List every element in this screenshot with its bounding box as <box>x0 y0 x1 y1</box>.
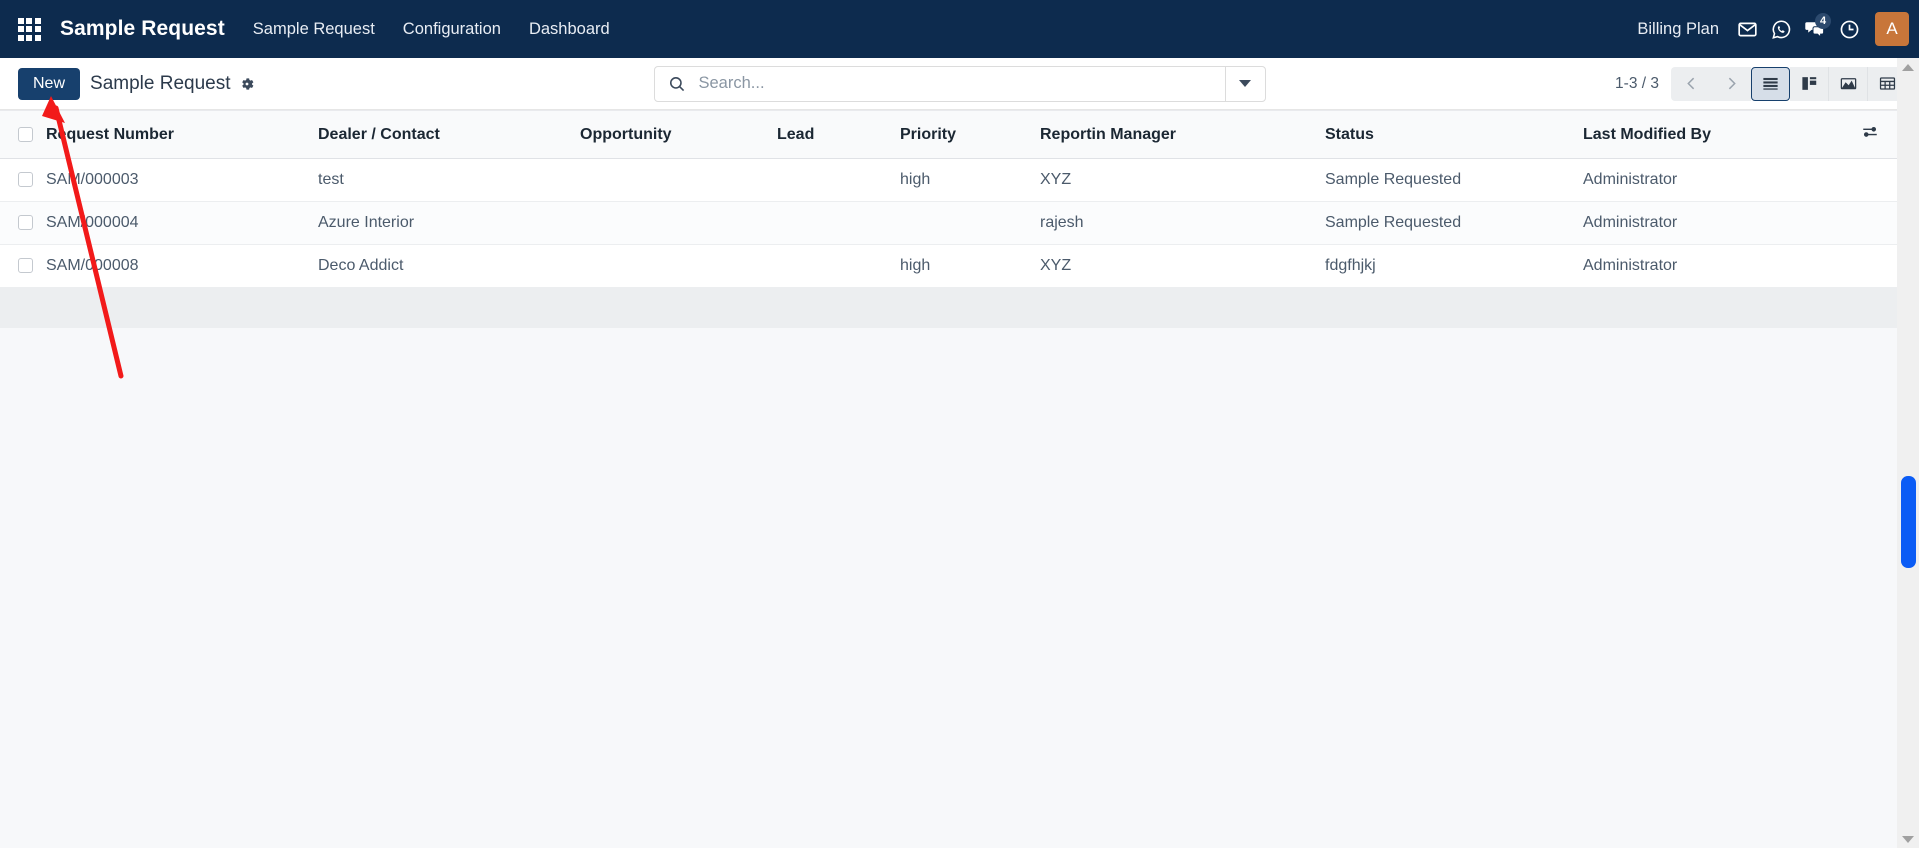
control-panel: New Sample Request 1-3 / 3 <box>0 58 1919 110</box>
scrollbar-thumb[interactable] <box>1901 476 1916 568</box>
column-header-status[interactable]: Status <box>1325 110 1583 159</box>
view-switcher-graph[interactable] <box>1829 66 1868 101</box>
table-header: Request Number Dealer / Contact Opportun… <box>0 110 1897 159</box>
cell-last-modified-by: Administrator <box>1583 244 1845 288</box>
menu-item-dashboard[interactable]: Dashboard <box>515 0 624 58</box>
scrollbar-track[interactable] <box>1897 76 1919 830</box>
optional-columns-cell <box>1845 110 1897 159</box>
cell-spacer <box>1845 158 1897 202</box>
cell-reporting-manager: rajesh <box>1040 201 1325 245</box>
pager-count: 1-3 / 3 <box>1615 74 1659 92</box>
column-header-reporting-manager[interactable]: Reportin Manager <box>1040 110 1325 159</box>
column-settings-icon[interactable] <box>1861 123 1879 141</box>
cell-status: Sample Requested <box>1325 201 1583 245</box>
cell-priority: high <box>900 158 1040 202</box>
cell-status: fdgfhjkj <box>1325 244 1583 288</box>
aggregate-cell <box>0 287 1897 328</box>
table-row[interactable]: SAM/000004 Azure Interior rajesh Sample … <box>0 201 1897 245</box>
view-switcher-kanban[interactable] <box>1790 66 1829 101</box>
list-icon <box>1763 77 1778 90</box>
breadcrumb: Sample Request <box>90 73 255 95</box>
billing-plan-link[interactable]: Billing Plan <box>1626 20 1730 39</box>
records-table: Request Number Dealer / Contact Opportun… <box>0 110 1897 328</box>
column-header-opportunity[interactable]: Opportunity <box>580 110 777 159</box>
table-aggregate-row <box>0 287 1897 328</box>
chevron-right-icon <box>1728 77 1736 90</box>
cell-reporting-manager: XYZ <box>1040 244 1325 288</box>
area-chart-icon <box>1840 78 1856 90</box>
cell-lead <box>777 158 900 202</box>
search-icon <box>655 67 699 101</box>
cell-request-number: SAM/000008 <box>46 244 318 288</box>
gear-icon[interactable] <box>239 76 255 92</box>
column-header-request-number[interactable]: Request Number <box>46 110 318 159</box>
apps-grid-icon[interactable] <box>10 10 48 48</box>
breadcrumb-label[interactable]: Sample Request <box>90 73 230 95</box>
cell-reporting-manager: XYZ <box>1040 158 1325 202</box>
messages-badge-count: 4 <box>1815 13 1831 29</box>
row-checkbox[interactable] <box>18 258 33 274</box>
cell-dealer-contact: Azure Interior <box>318 201 580 245</box>
kanban-icon <box>1801 77 1816 90</box>
activity-clock-icon[interactable] <box>1832 0 1866 58</box>
column-header-last-modified-by[interactable]: Last Modified By <box>1583 110 1845 159</box>
view-switcher-list[interactable] <box>1751 66 1790 101</box>
cell-dealer-contact: Deco Addict <box>318 244 580 288</box>
table-row[interactable]: SAM/000008 Deco Addict high XYZ fdgfhjkj… <box>0 244 1897 288</box>
search-bar <box>653 65 1266 102</box>
messages-icon[interactable]: 4 <box>1798 0 1832 58</box>
column-header-dealer-contact[interactable]: Dealer / Contact <box>318 110 580 159</box>
cell-spacer <box>1845 201 1897 245</box>
search-dropdown-toggle[interactable] <box>1224 66 1265 101</box>
table-body: SAM/000003 test high XYZ Sample Requeste… <box>0 158 1897 328</box>
cell-lead <box>777 201 900 245</box>
cell-request-number: SAM/000003 <box>46 158 318 202</box>
menu-item-sample-request[interactable]: Sample Request <box>239 0 389 58</box>
select-all-cell <box>0 110 46 159</box>
list-view-container: Request Number Dealer / Contact Opportun… <box>0 110 1919 848</box>
table-header-row: Request Number Dealer / Contact Opportun… <box>0 110 1897 159</box>
row-select-cell <box>0 244 46 288</box>
cell-last-modified-by: Administrator <box>1583 158 1845 202</box>
cell-opportunity <box>580 158 777 202</box>
pivot-table-icon <box>1879 77 1896 90</box>
cell-spacer <box>1845 244 1897 288</box>
column-header-lead[interactable]: Lead <box>777 110 900 159</box>
pager-next-button[interactable] <box>1711 66 1751 101</box>
cell-request-number: SAM/000004 <box>46 201 318 245</box>
row-checkbox[interactable] <box>18 215 33 231</box>
row-select-cell <box>0 201 46 245</box>
row-select-cell <box>0 158 46 202</box>
mail-icon[interactable] <box>1730 0 1764 58</box>
cell-priority: high <box>900 244 1040 288</box>
table-row[interactable]: SAM/000003 test high XYZ Sample Requeste… <box>0 158 1897 202</box>
scroll-up-arrow-icon[interactable] <box>1897 58 1919 76</box>
whatsapp-icon[interactable] <box>1764 0 1798 58</box>
menu-item-configuration[interactable]: Configuration <box>389 0 515 58</box>
cell-opportunity <box>580 201 777 245</box>
scroll-down-arrow-icon[interactable] <box>1897 830 1919 848</box>
pager-previous-button[interactable] <box>1671 66 1711 101</box>
row-checkbox[interactable] <box>18 172 33 188</box>
avatar[interactable]: A <box>1875 12 1909 46</box>
chevron-left-icon <box>1686 77 1694 90</box>
cell-dealer-contact: test <box>318 158 580 202</box>
navbar-right-group: Billing Plan 4 A <box>1626 0 1919 58</box>
app-brand-title[interactable]: Sample Request <box>54 17 239 41</box>
control-panel-right: 1-3 / 3 <box>1615 66 1907 101</box>
cell-last-modified-by: Administrator <box>1583 201 1845 245</box>
new-button[interactable]: New <box>18 67 81 100</box>
column-header-priority[interactable]: Priority <box>900 110 1040 159</box>
cell-status: Sample Requested <box>1325 158 1583 202</box>
select-all-checkbox[interactable] <box>18 126 33 142</box>
top-navbar: Sample Request Sample Request Configurat… <box>0 0 1919 58</box>
chevron-down-icon <box>1239 80 1251 87</box>
vertical-scrollbar[interactable] <box>1897 58 1919 848</box>
cell-priority <box>900 201 1040 245</box>
cell-lead <box>777 244 900 288</box>
search-input[interactable] <box>698 66 1225 101</box>
cell-opportunity <box>580 244 777 288</box>
